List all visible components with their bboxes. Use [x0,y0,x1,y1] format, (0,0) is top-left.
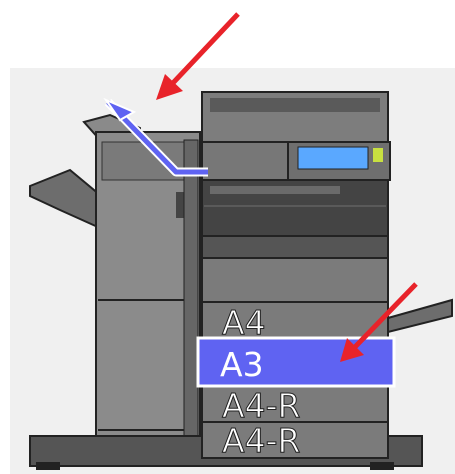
panel-screen [297,146,369,170]
tray-3-label: A4-R [222,386,300,425]
paper-trays: A4 A4-R A4-R A3 [196,301,396,461]
printer-diagram: A4 A4-R A4-R A3 [10,12,455,474]
tray-4-label: A4-R [222,421,300,460]
tray-1-label: A4 [222,303,266,342]
tray-2-label: A3 [220,345,264,384]
